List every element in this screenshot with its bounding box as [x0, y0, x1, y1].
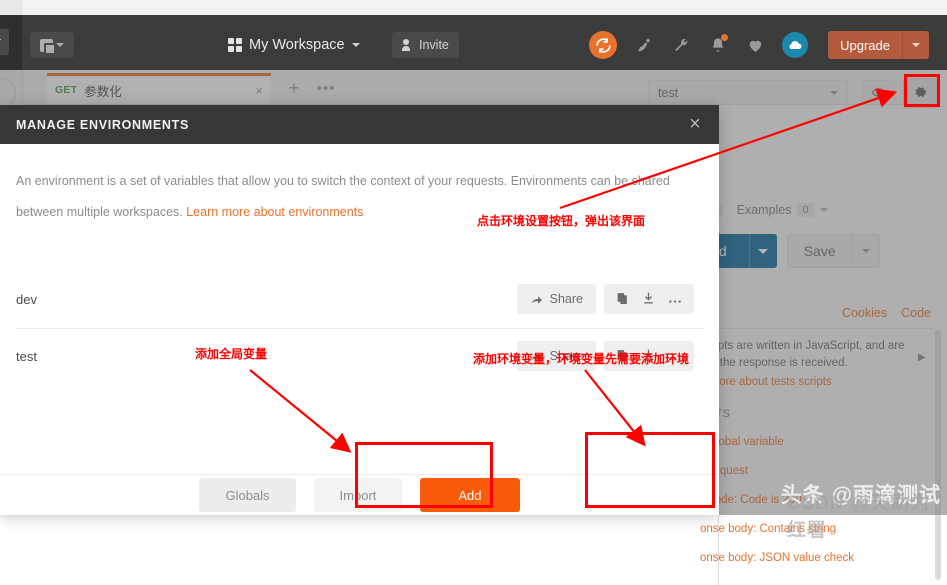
chevron-down-icon	[351, 43, 360, 47]
more-icon: •••	[316, 80, 336, 97]
workspace-selector[interactable]: My Workspace	[228, 32, 360, 58]
examples-item[interactable]: Examples 0	[737, 203, 828, 217]
environment-name: dev	[16, 291, 37, 307]
new-item-icon	[40, 38, 56, 55]
invite-label: Invite	[419, 38, 449, 52]
cloud-icon[interactable]	[782, 32, 809, 58]
table-row[interactable]: dev Share	[16, 272, 704, 326]
list-item[interactable]: a global variable	[700, 428, 940, 457]
tests-description: scripts are written in JavaScript, and a…	[700, 338, 925, 372]
share-arrow-icon	[531, 295, 542, 304]
eye-icon	[871, 88, 886, 97]
upgrade-label: Upgrade	[840, 37, 890, 53]
cookies-link[interactable]: Cookies	[842, 306, 887, 320]
wrench-icon[interactable]	[671, 35, 691, 55]
tab-name-label: 参数化	[84, 84, 122, 99]
highlight-box-gear	[904, 74, 940, 107]
annotation-gear-note: 点击环境设置按钮，弹出该界面	[477, 214, 646, 228]
upgrade-dropdown-arrow[interactable]	[902, 31, 929, 59]
globals-button[interactable]: Globals	[199, 478, 296, 512]
highlight-box-globals	[355, 442, 493, 508]
grid-icon	[228, 38, 242, 52]
collapse-arrow-icon[interactable]: ▶	[918, 352, 926, 363]
panel-separator	[718, 328, 933, 329]
chevron-down-icon	[830, 90, 838, 95]
page-title: MANAGE ENVIRONMENTS	[16, 117, 190, 132]
chevron-down-icon	[912, 43, 920, 47]
workspace-label: My Workspace	[249, 37, 345, 53]
chevron-down-icon	[758, 248, 769, 254]
annotation-globals-note: 添加全局变量	[195, 347, 268, 361]
tab-method-label: GET	[55, 84, 78, 96]
notification-dot	[721, 34, 729, 41]
download-icon[interactable]	[642, 291, 655, 308]
save-button[interactable]: Save	[786, 234, 880, 268]
examples-label: Examples	[736, 203, 792, 217]
top-strip-left-chip	[0, 0, 22, 15]
top-header-bar: er My Workspace Invite	[0, 15, 947, 70]
save-dropdown-arrow[interactable]	[851, 235, 879, 267]
header-icon-group: Upgrade	[589, 29, 929, 61]
learn-environments-link[interactable]: Learn more about environments	[186, 205, 363, 219]
send-dropdown-arrow[interactable]	[748, 234, 777, 268]
row-icon-group	[604, 284, 694, 314]
bell-icon[interactable]	[708, 34, 729, 55]
tests-description-line1: scripts are written in JavaScript, and a…	[700, 340, 905, 352]
window-top-strip	[0, 0, 947, 15]
postman-app: er My Workspace Invite	[0, 0, 947, 585]
rail-avatar-circle	[0, 78, 16, 108]
chevron-down-icon	[861, 249, 870, 253]
chevron-down-icon	[56, 43, 64, 47]
close-icon[interactable]: ×	[255, 83, 263, 98]
list-item[interactable]: onse body: JSON value check	[700, 544, 940, 573]
tab-options-button[interactable]: •••	[311, 73, 341, 104]
upgrade-button[interactable]: Upgrade	[828, 31, 929, 59]
modal-header: MANAGE ENVIRONMENTS ×	[0, 105, 719, 144]
share-button[interactable]: Share	[516, 284, 596, 314]
environment-name: test	[16, 348, 37, 364]
plus-icon: +	[288, 78, 300, 98]
watermark-sub: CSDN @天助为红署	[786, 493, 931, 541]
watermark: 头条 @雨滴测试 CSDN @天助为红署	[781, 479, 941, 541]
more-icon[interactable]	[668, 292, 682, 307]
chevron-down-icon	[819, 208, 828, 212]
share-label: Share	[549, 292, 583, 306]
person-add-icon	[402, 39, 413, 51]
tests-description-line2: fter the response is received.	[700, 357, 848, 369]
snippets-scrollbar[interactable]	[935, 330, 941, 580]
highlight-box-add	[585, 432, 715, 508]
learn-tests-link[interactable]: n more about tests scripts	[700, 376, 832, 388]
row-actions: Share	[516, 284, 704, 314]
satellite-icon[interactable]	[634, 35, 654, 55]
environment-quick-look-button[interactable]	[862, 80, 895, 105]
environment-selector[interactable]: test	[648, 80, 848, 105]
request-tab-active[interactable]: GET 参数化 ×	[47, 73, 271, 104]
new-tab-button[interactable]: +	[279, 73, 309, 104]
save-label: Save	[803, 243, 836, 259]
invite-button[interactable]: Invite	[392, 32, 459, 58]
modal-description-line1: An environment is a set of variables tha…	[16, 174, 670, 188]
new-button[interactable]	[30, 32, 74, 58]
code-link[interactable]: Code	[901, 306, 931, 320]
runner-button-label: er	[0, 35, 1, 49]
annotation-add-note: 添加环境变量，环境变量先需要添加环境	[473, 352, 690, 366]
runner-button[interactable]: er	[0, 29, 10, 55]
heart-icon[interactable]	[745, 35, 765, 55]
copy-icon[interactable]	[616, 291, 629, 308]
examples-count: 0	[797, 203, 814, 217]
environment-selector-value: test	[658, 85, 679, 100]
modal-description-line2-text: between multiple workspaces.	[16, 205, 187, 219]
sync-icon[interactable]	[589, 31, 618, 59]
close-icon[interactable]: ×	[685, 114, 705, 134]
cookies-code-row: Cookies Code	[700, 302, 947, 324]
